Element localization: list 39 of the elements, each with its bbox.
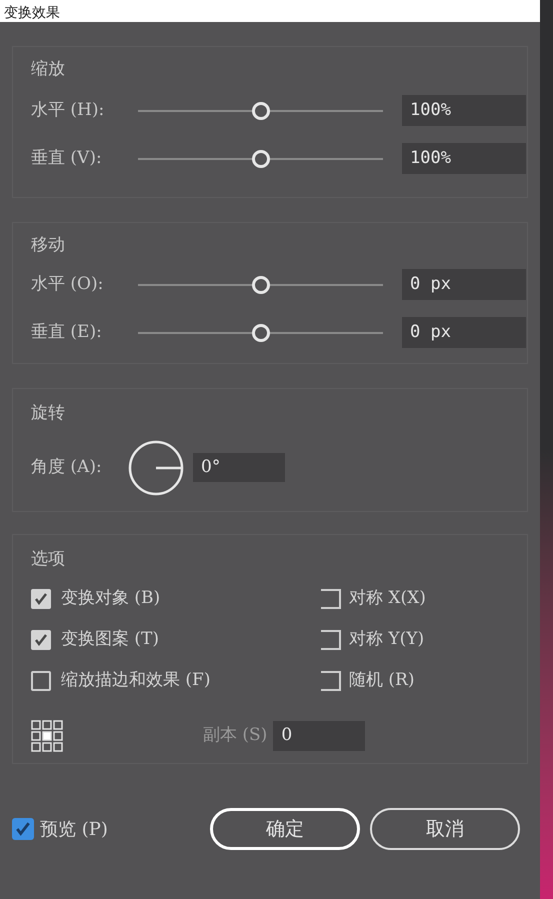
reference-point-icon[interactable] <box>31 720 63 752</box>
section-heading: 旋转 <box>31 402 66 425</box>
checkbox-label[interactable]: 缩放描边和效果 (F) <box>61 668 210 694</box>
checkbox-label[interactable]: 对称 Y(Y) <box>349 627 424 653</box>
preview-checkbox[interactable] <box>12 818 34 840</box>
value-field[interactable]: 100% <box>402 143 526 174</box>
slider-label: 水平 (O): <box>31 272 104 296</box>
slider-thumb[interactable] <box>252 102 270 120</box>
checkbox[interactable] <box>31 630 51 650</box>
slider-thumb[interactable] <box>252 150 270 168</box>
slider-label: 垂直 (E): <box>31 320 103 344</box>
ok-button[interactable]: 确定 <box>210 808 360 850</box>
copies-field[interactable]: 0 <box>273 720 366 750</box>
angle-field[interactable]: 0° <box>193 453 285 482</box>
section-heading: 移动 <box>31 234 66 257</box>
checkbox-label[interactable]: 变换对象 (B) <box>61 586 160 612</box>
section-heading: 选项 <box>31 548 66 571</box>
slider-thumb[interactable] <box>252 324 270 342</box>
slider-label: 垂直 (V): <box>31 146 103 170</box>
preview-label[interactable]: 预览 (P) <box>40 816 108 842</box>
checkbox-label[interactable]: 随机 (R) <box>349 668 414 694</box>
section-heading: 缩放 <box>31 58 66 81</box>
value-field[interactable]: 0 px <box>402 317 526 348</box>
angle-label: 角度 (A): <box>31 456 103 479</box>
slider-label: 水平 (H): <box>31 98 106 122</box>
checkbox-label[interactable]: 变换图案 (T) <box>61 627 160 653</box>
checkbox[interactable] <box>321 671 341 691</box>
checkbox[interactable] <box>31 589 51 609</box>
checkbox[interactable] <box>31 671 51 691</box>
cancel-button[interactable]: 取消 <box>370 808 520 850</box>
copies-label: 副本 (S) <box>203 724 268 747</box>
checkbox-label[interactable]: 对称 X(X) <box>349 586 426 612</box>
checkbox[interactable] <box>321 589 341 609</box>
value-field[interactable]: 0 px <box>402 269 526 300</box>
value-field[interactable]: 100% <box>402 95 526 126</box>
window-title: 变换效果 <box>4 6 60 22</box>
angle-dial-icon[interactable] <box>127 438 185 496</box>
checkbox[interactable] <box>321 630 341 650</box>
slider-thumb[interactable] <box>252 276 270 294</box>
